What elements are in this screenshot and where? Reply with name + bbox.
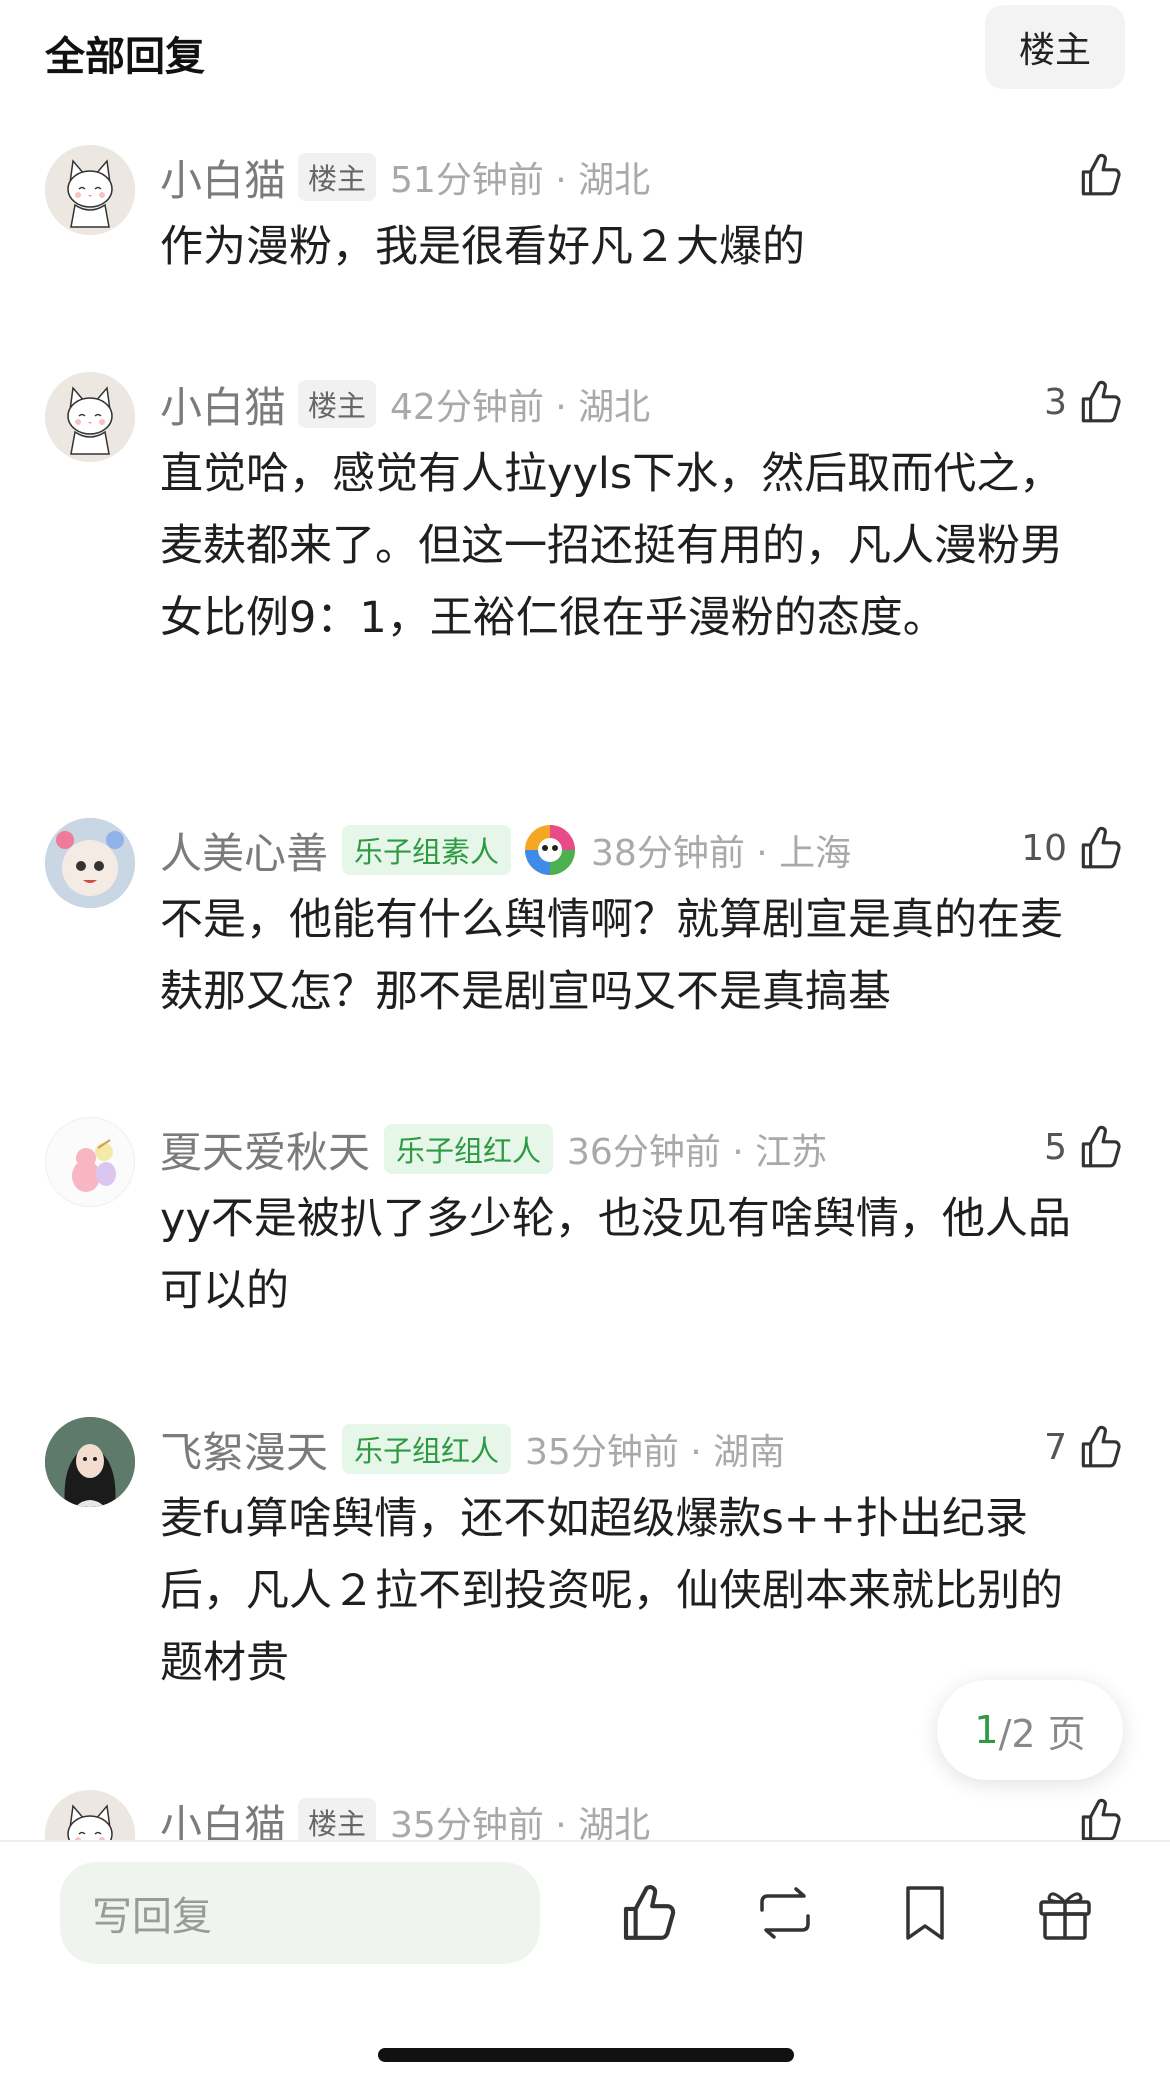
comment-list: 小白猫 楼主 51分钟前 · 湖北 作为漫粉，我是很看好凡２大爆的 小白猫 楼主… <box>0 0 1170 1840</box>
time-location: 42分钟前 · 湖北 <box>390 387 651 428</box>
owner-badge: 楼主 <box>298 153 377 201</box>
username[interactable]: 小白猫 <box>160 147 286 208</box>
owner-badge: 楼主 <box>298 1798 377 1840</box>
reply-input[interactable]: 写回复 <box>60 1862 540 1964</box>
group-badge: 乐子组素人 <box>342 825 512 875</box>
group-badge: 乐子组红人 <box>384 1124 554 1174</box>
username[interactable]: 小白猫 <box>160 374 286 435</box>
rainbow-medal-icon <box>523 823 577 877</box>
repost-icon <box>760 1887 810 1939</box>
like-count: 7 <box>1044 1426 1067 1468</box>
avatar[interactable] <box>45 1117 135 1207</box>
time-location: 35分钟前 · 湖南 <box>525 1432 786 1473</box>
like-button[interactable] <box>1067 1790 1125 1840</box>
like-button[interactable]: 7 <box>1044 1417 1125 1477</box>
thumbs-up-icon <box>1075 823 1125 873</box>
like-post-button[interactable] <box>615 1880 681 1946</box>
time-location: 51分钟前 · 湖北 <box>390 160 651 201</box>
like-button[interactable]: 3 <box>1044 372 1125 432</box>
comment-item: 夏天爱秋天 乐子组红人 36分钟前 · 江苏 5 yy不是被扒了多少轮，也没见有… <box>0 1117 1170 1347</box>
owner-badge: 楼主 <box>298 380 377 428</box>
avatar[interactable] <box>45 145 135 235</box>
comment-text: 麦fu算啥舆情，还不如超级爆款s++扑出纪录后，凡人２拉不到投资呢，仙侠剧本来就… <box>160 1494 1063 1688</box>
comment-item: 小白猫 楼主 35分钟前 · 湖北 <box>0 1790 1170 1840</box>
username[interactable]: 人美心善 <box>160 820 328 881</box>
username[interactable]: 小白猫 <box>160 1792 286 1841</box>
comment-item: 人美心善 乐子组素人 38分钟前 · 上海 10 不是，他能有什么舆情啊？就算剧… <box>0 818 1170 1048</box>
group-badge: 乐子组红人 <box>342 1424 512 1474</box>
avatar[interactable] <box>45 1790 135 1840</box>
page-indicator[interactable]: 1/2 页 <box>937 1680 1123 1780</box>
time-location: 38分钟前 · 上海 <box>591 833 852 874</box>
comment-text: 不是，他能有什么舆情啊？就算剧宣是真的在麦麸那又怎？那不是剧宣吗又不是真搞基 <box>160 895 1063 1017</box>
comment-item: 小白猫 楼主 42分钟前 · 湖北 3 直觉哈，感觉有人拉yyls下水，然后取而… <box>0 372 1170 732</box>
like-button[interactable] <box>1067 145 1125 205</box>
home-indicator[interactable] <box>378 2048 794 2062</box>
time-location: 35分钟前 · 湖北 <box>390 1805 651 1840</box>
bookmark-icon <box>906 1886 944 1940</box>
like-count: 3 <box>1044 381 1067 423</box>
thumbs-up-icon <box>1075 1122 1125 1172</box>
comment-text: yy不是被扒了多少轮，也没见有啥舆情，他人品可以的 <box>160 1194 1071 1316</box>
gift-icon <box>1039 1892 1091 1940</box>
total-pages: /2 页 <box>998 1711 1086 1756</box>
thumbs-up-icon <box>615 1880 681 1946</box>
avatar[interactable] <box>45 818 135 908</box>
bottom-action-bar: 写回复 <box>0 1840 1170 2087</box>
like-button[interactable]: 10 <box>1021 818 1125 878</box>
thumbs-up-icon <box>1075 150 1125 200</box>
thumbs-up-icon <box>1075 1422 1125 1472</box>
comment-text: 作为漫粉，我是很看好凡２大爆的 <box>160 222 805 272</box>
gift-button[interactable] <box>1032 1880 1098 1946</box>
avatar[interactable] <box>45 372 135 462</box>
thumbs-up-icon <box>1075 1795 1125 1840</box>
current-page: 1 <box>974 1708 999 1752</box>
username[interactable]: 飞絮漫天 <box>160 1419 328 1480</box>
time-location: 36分钟前 · 江苏 <box>567 1132 828 1173</box>
thumbs-up-icon <box>1075 377 1125 427</box>
comment-text: 直觉哈，感觉有人拉yyls下水，然后取而代之，麦麸都来了。但这一招还挺有用的，凡… <box>160 449 1063 643</box>
comment-item: 小白猫 楼主 51分钟前 · 湖北 作为漫粉，我是很看好凡２大爆的 <box>0 145 1170 295</box>
username[interactable]: 夏天爱秋天 <box>160 1119 370 1180</box>
bookmark-button[interactable] <box>892 1880 958 1946</box>
like-count: 10 <box>1021 827 1067 869</box>
comment-item: 飞絮漫天 乐子组红人 35分钟前 · 湖南 7 麦fu算啥舆情，还不如超级爆款s… <box>0 1417 1170 1717</box>
repost-button[interactable] <box>752 1880 818 1946</box>
like-count: 5 <box>1044 1126 1067 1168</box>
like-button[interactable]: 5 <box>1044 1117 1125 1177</box>
avatar[interactable] <box>45 1417 135 1507</box>
